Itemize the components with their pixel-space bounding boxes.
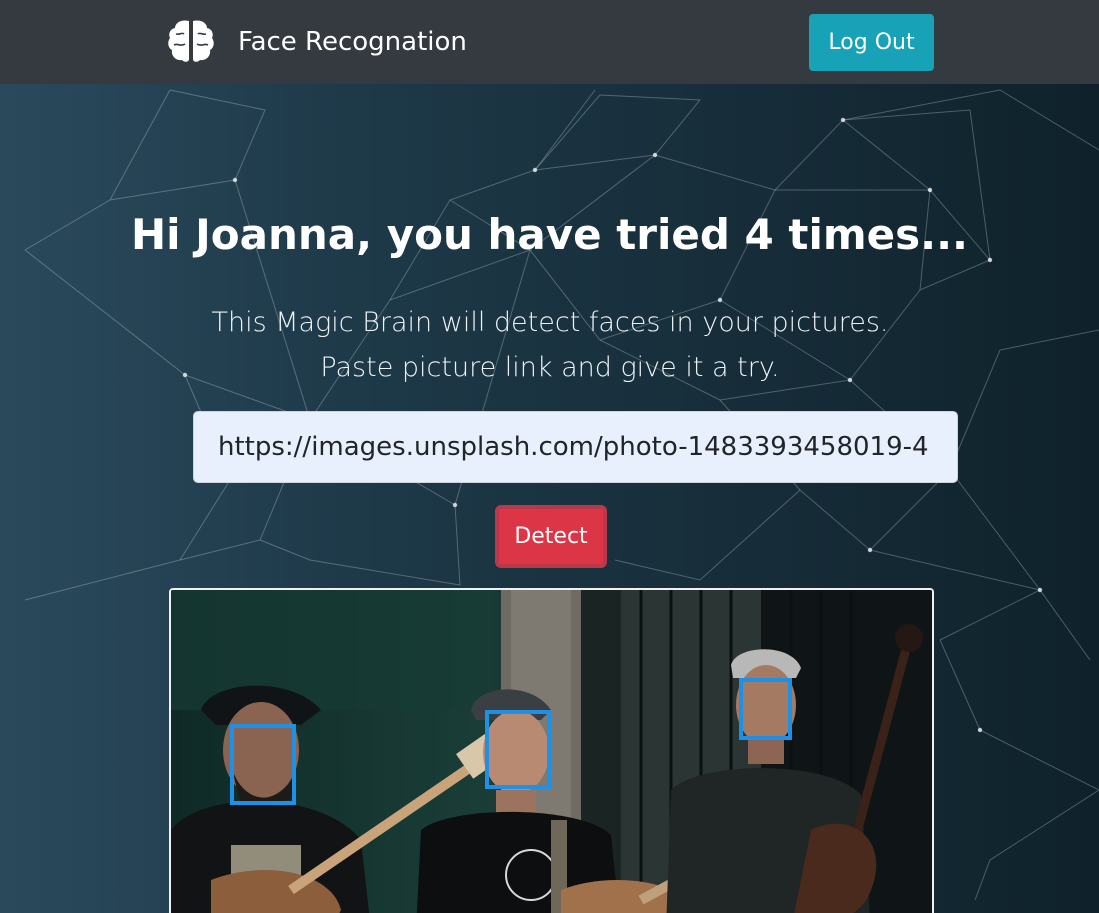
intro-text: This Magic Brain will detect faces in yo… bbox=[211, 307, 889, 383]
brain-icon[interactable] bbox=[166, 18, 216, 64]
image-url-input[interactable] bbox=[193, 411, 958, 483]
face-bounding-box bbox=[739, 678, 792, 740]
app-page: Face Recognation Log Out Hi Joanna, you … bbox=[0, 0, 1099, 913]
detect-button[interactable]: Detect bbox=[495, 505, 607, 568]
face-bounding-box bbox=[230, 724, 296, 805]
greeting-heading: Hi Joanna, you have tried 4 times... bbox=[131, 210, 968, 259]
app-title: Face Recognation bbox=[238, 27, 467, 57]
logout-button[interactable]: Log Out bbox=[809, 14, 934, 71]
navbar: Face Recognation Log Out bbox=[0, 0, 1099, 84]
face-bounding-box bbox=[485, 710, 551, 789]
result-image-frame bbox=[169, 588, 934, 913]
